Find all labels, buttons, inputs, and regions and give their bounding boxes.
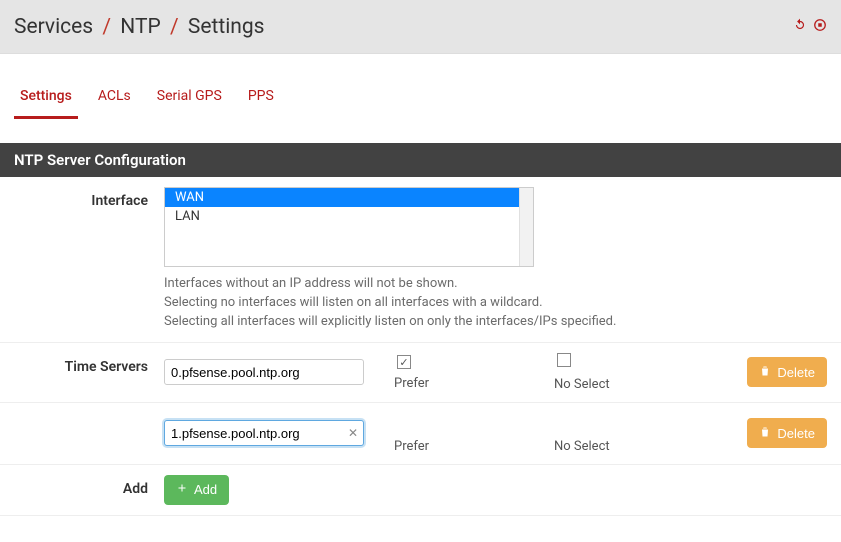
scrollbar[interactable] xyxy=(519,188,533,266)
interface-label: Interface xyxy=(14,187,164,209)
delete-label: Delete xyxy=(777,426,815,441)
trash-icon xyxy=(759,426,771,441)
breadcrumb-sep: / xyxy=(170,15,179,39)
row-add: Add Add xyxy=(0,465,841,516)
tab-bar: Settings ACLs Serial GPS PPS xyxy=(0,54,841,129)
interface-option-wan[interactable]: WAN xyxy=(165,188,533,207)
help-line: Selecting no interfaces will listen on a… xyxy=(164,294,784,313)
time-server-input[interactable] xyxy=(164,359,364,385)
interface-help: Interfaces without an IP address will no… xyxy=(164,275,784,332)
stop-service-icon[interactable] xyxy=(813,18,827,36)
row-time-server: ✕ Prefer No Select Delete xyxy=(0,403,841,465)
add-button-label: Add xyxy=(194,482,217,497)
restart-service-icon[interactable] xyxy=(793,18,807,36)
noselect-checkbox[interactable] xyxy=(557,353,571,367)
time-servers-label-empty xyxy=(14,413,164,419)
breadcrumb-sep: / xyxy=(102,15,111,39)
help-line: Interfaces without an IP address will no… xyxy=(164,275,784,294)
row-interface: Interface WAN LAN Interfaces without an … xyxy=(0,177,841,343)
breadcrumb-services[interactable]: Services xyxy=(14,15,93,39)
header-actions xyxy=(793,18,827,36)
noselect-label: No Select xyxy=(554,377,714,392)
delete-button[interactable]: Delete xyxy=(747,357,827,387)
tab-pps[interactable]: PPS xyxy=(242,84,280,119)
interface-select[interactable]: WAN LAN xyxy=(164,187,534,267)
clear-input-icon[interactable]: ✕ xyxy=(348,426,358,440)
time-server-input[interactable] xyxy=(164,420,364,446)
page-header: Services / NTP / Settings xyxy=(0,0,841,54)
breadcrumb-ntp[interactable]: NTP xyxy=(120,15,160,39)
panel-title: NTP Server Configuration xyxy=(0,143,841,177)
add-button[interactable]: Add xyxy=(164,475,229,505)
prefer-label: Prefer xyxy=(394,376,554,391)
tab-serial-gps[interactable]: Serial GPS xyxy=(151,84,228,119)
delete-label: Delete xyxy=(777,365,815,380)
tab-settings[interactable]: Settings xyxy=(14,84,78,119)
delete-button[interactable]: Delete xyxy=(747,418,827,448)
row-time-server: Time Servers Prefer No Select xyxy=(0,343,841,403)
prefer-label: Prefer xyxy=(394,439,554,454)
plus-icon xyxy=(176,482,188,497)
interface-option-lan[interactable]: LAN xyxy=(165,207,533,226)
noselect-label: No Select xyxy=(554,439,714,454)
time-servers-label: Time Servers xyxy=(14,353,164,375)
breadcrumb-settings: Settings xyxy=(188,15,265,39)
tab-acls[interactable]: ACLs xyxy=(92,84,137,119)
prefer-checkbox[interactable] xyxy=(397,355,411,369)
trash-icon xyxy=(759,365,771,380)
help-line: Selecting all interfaces will explicitly… xyxy=(164,313,784,332)
add-label: Add xyxy=(14,475,164,497)
breadcrumb: Services / NTP / Settings xyxy=(14,15,265,39)
